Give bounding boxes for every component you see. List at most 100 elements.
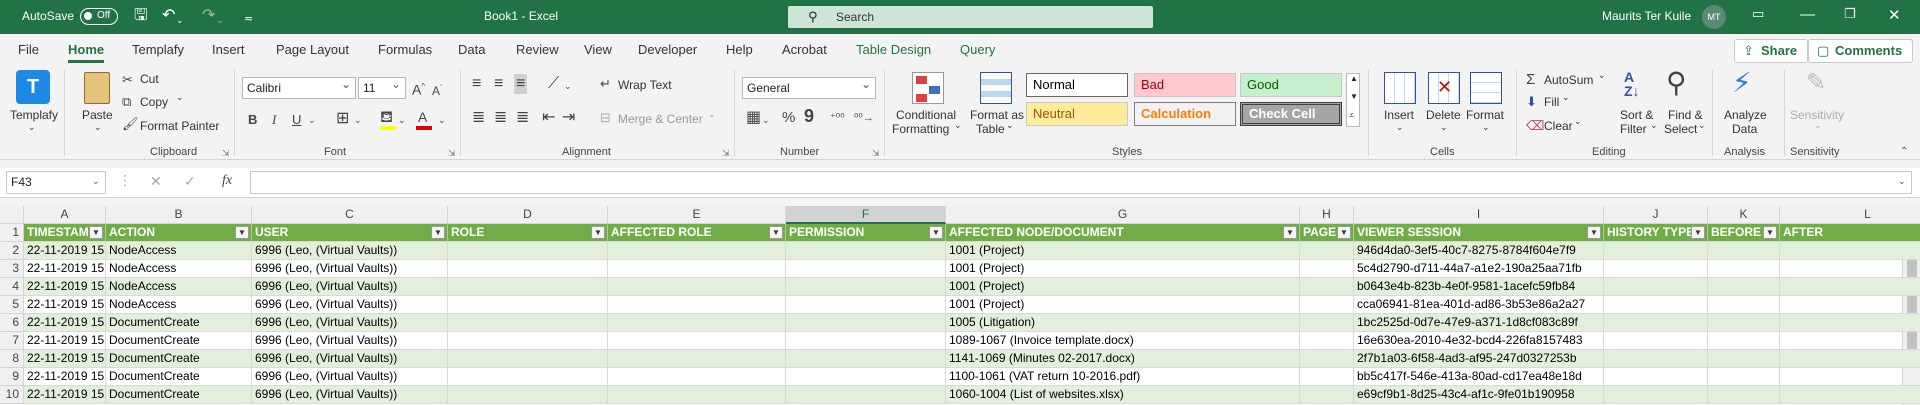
analyze-data-icon[interactable]: ⚡	[1732, 68, 1752, 98]
format-as-table-label-2[interactable]: Table	[976, 122, 1005, 136]
cancel-entry-icon[interactable]: ✕	[150, 173, 162, 190]
orientation-icon[interactable]: ⟋	[548, 76, 559, 92]
conditional-formatting-label-1[interactable]: Conditional	[896, 108, 956, 122]
conditional-formatting-icon[interactable]	[912, 72, 944, 104]
tab-developer[interactable]: Developer	[638, 42, 697, 57]
table-cell[interactable]: 1060-1004 (List of websites.xlsx)	[946, 386, 1300, 404]
table-cell[interactable]: 6996 (Leo, (Virtual Vaults))	[252, 386, 448, 404]
table-header-cell[interactable]: USER ▼	[252, 224, 448, 242]
alignment-launcher-icon[interactable]: ⇲	[722, 148, 730, 159]
table-cell[interactable]: 6996 (Leo, (Virtual Vaults))	[252, 314, 448, 332]
table-cell[interactable]	[1780, 242, 1920, 260]
tab-home[interactable]: Home	[68, 42, 105, 63]
table-cell[interactable]: 1089-1067 (Invoice template.docx)	[946, 332, 1300, 350]
table-cell[interactable]: 6996 (Leo, (Virtual Vaults))	[252, 242, 448, 260]
tab-acrobat[interactable]: Acrobat	[782, 42, 827, 57]
table-cell[interactable]: 6996 (Leo, (Virtual Vaults))	[252, 296, 448, 314]
align-right-icon[interactable]: ≣	[516, 110, 529, 126]
table-cell[interactable]: 2f7b1a03-6f58-4ad3-af95-247d0327253b	[1354, 350, 1604, 368]
table-header-cell[interactable]: AFTER▼	[1780, 224, 1920, 242]
style-good[interactable]: Good	[1240, 73, 1342, 97]
table-cell[interactable]	[1300, 332, 1354, 350]
sort-filter-icon[interactable]: A Z↓	[1624, 70, 1640, 98]
percent-style-icon[interactable]: %	[782, 110, 795, 126]
save-icon[interactable]: 🖫	[134, 7, 148, 25]
table-cell[interactable]: 22-11-2019 15:02	[24, 314, 106, 332]
table-cell[interactable]	[1708, 242, 1780, 260]
customize-toolbar-icon[interactable]: ≂	[244, 10, 253, 28]
filter-dropdown-icon[interactable]: ▼	[769, 226, 783, 239]
filter-dropdown-icon[interactable]: ▼	[89, 226, 103, 239]
decrease-indent-icon[interactable]: ⇤	[542, 110, 555, 126]
insert-dropdown-icon[interactable]: ⌄	[1396, 122, 1404, 133]
filter-dropdown-icon[interactable]: ▼	[1283, 226, 1297, 239]
table-cell[interactable]: 6996 (Leo, (Virtual Vaults))	[252, 332, 448, 350]
borders-dropdown-icon[interactable]: ⌄	[354, 112, 362, 128]
style-bad[interactable]: Bad	[1134, 73, 1236, 97]
table-cell[interactable]	[1300, 242, 1354, 260]
table-cell[interactable]	[1604, 386, 1708, 404]
align-top-icon[interactable]: ≡	[472, 76, 481, 92]
filter-dropdown-icon[interactable]: ▼	[591, 226, 605, 239]
table-cell[interactable]	[1708, 332, 1780, 350]
table-cell[interactable]: NodeAccess	[106, 296, 252, 314]
sort-filter-label-1[interactable]: Sort &	[1620, 108, 1653, 122]
table-cell[interactable]: NodeAccess	[106, 260, 252, 278]
paste-button[interactable]: Paste	[82, 108, 113, 122]
table-cell[interactable]	[1708, 350, 1780, 368]
templafy-dropdown-icon[interactable]: ⌄	[28, 122, 36, 133]
format-as-table-dropdown-icon[interactable]: ⌄	[1006, 120, 1014, 131]
table-cell[interactable]: DocumentCreate	[106, 314, 252, 332]
table-cell[interactable]: 1001 (Project)	[946, 242, 1300, 260]
table-cell[interactable]	[608, 260, 786, 278]
table-cell[interactable]: 1001 (Project)	[946, 296, 1300, 314]
number-format-select[interactable]: General	[742, 74, 876, 99]
table-cell[interactable]	[608, 278, 786, 296]
table-cell[interactable]	[1780, 260, 1920, 278]
table-cell[interactable]: 6996 (Leo, (Virtual Vaults))	[252, 350, 448, 368]
clear-dropdown-icon[interactable]: ⌄	[1574, 116, 1582, 127]
table-cell[interactable]	[608, 350, 786, 368]
fill-color-icon[interactable]: ⛾	[380, 110, 393, 126]
increase-indent-icon[interactable]: ⇥	[562, 110, 575, 126]
tab-page-layout[interactable]: Page Layout	[276, 42, 349, 57]
decrease-font-icon[interactable]: Aˇ	[432, 81, 442, 99]
templafy-button[interactable]: Templafy	[10, 108, 58, 122]
table-cell[interactable]: 22-11-2019 15:01	[24, 242, 106, 260]
scroll-down-icon[interactable]: ▼	[1350, 92, 1358, 101]
tab-review[interactable]: Review	[516, 42, 559, 57]
column-header-k[interactable]: K	[1708, 206, 1780, 224]
table-cell[interactable]	[1780, 350, 1920, 368]
table-cell[interactable]	[1708, 314, 1780, 332]
table-cell[interactable]	[448, 386, 608, 404]
find-select-label-2[interactable]: Select	[1664, 122, 1697, 136]
table-cell[interactable]	[1300, 278, 1354, 296]
font-size-select[interactable]: 11	[358, 74, 406, 99]
table-header-cell[interactable]: HISTORY TYPE ▼	[1604, 224, 1708, 242]
table-cell[interactable]	[786, 260, 946, 278]
redo-dropdown-icon[interactable]: ⌄	[216, 11, 224, 29]
table-cell[interactable]	[1300, 368, 1354, 386]
fill-color-dropdown-icon[interactable]: ⌄	[398, 112, 406, 128]
autosum-button[interactable]: AutoSum	[1544, 73, 1593, 87]
column-header-j[interactable]: J	[1604, 206, 1708, 224]
format-button[interactable]: Format	[1466, 108, 1504, 122]
table-cell[interactable]	[1780, 386, 1920, 404]
table-cell[interactable]	[448, 332, 608, 350]
column-header-c[interactable]: C	[252, 206, 448, 224]
table-cell[interactable]	[1300, 296, 1354, 314]
column-header-e[interactable]: E	[608, 206, 786, 224]
orientation-dropdown-icon[interactable]: ⌄	[564, 78, 572, 94]
row-header[interactable]: 1	[0, 224, 24, 242]
undo-dropdown-icon[interactable]: ⌄	[176, 11, 184, 29]
style-calculation[interactable]: Calculation	[1134, 102, 1236, 126]
merge-dropdown-icon[interactable]: ⌄	[708, 109, 716, 120]
table-cell[interactable]: 946d4da0-3ef5-40c7-8275-8784f604e7f9	[1354, 242, 1604, 260]
insert-function-icon[interactable]: fx	[222, 173, 232, 189]
collapse-ribbon-icon[interactable]: ⌃	[1900, 144, 1908, 160]
expand-formula-bar-icon[interactable]: ⌄	[1898, 176, 1906, 187]
table-cell[interactable]	[1780, 278, 1920, 296]
table-cell[interactable]	[448, 296, 608, 314]
table-cell[interactable]: DocumentCreate	[106, 368, 252, 386]
table-cell[interactable]	[1300, 386, 1354, 404]
